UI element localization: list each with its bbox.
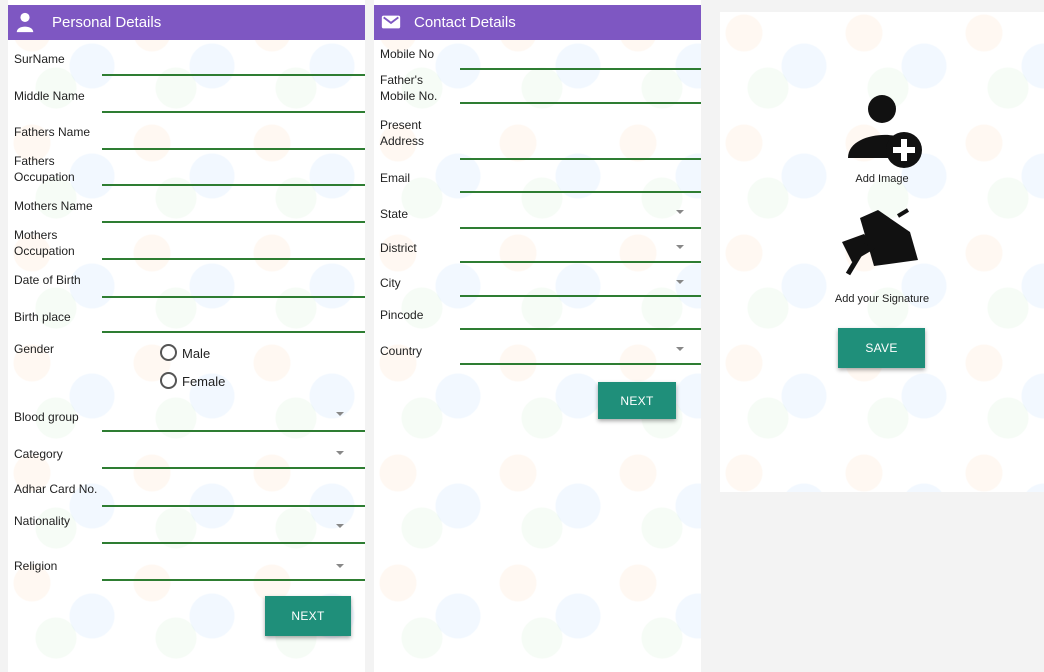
middle-name-label: Middle Name bbox=[14, 89, 85, 103]
mothers-name-input[interactable] bbox=[102, 221, 365, 223]
nationality-select[interactable] bbox=[102, 542, 365, 544]
present-address-label: Present Address bbox=[380, 118, 425, 148]
state-select[interactable] bbox=[460, 227, 701, 229]
district-label: District bbox=[380, 241, 417, 255]
chevron-down-icon[interactable] bbox=[336, 412, 344, 416]
category-select[interactable] bbox=[102, 467, 365, 469]
fathers-occupation-input[interactable] bbox=[102, 184, 365, 186]
contact-details-header: Contact Details bbox=[374, 5, 701, 40]
personal-details-header: Personal Details bbox=[8, 5, 365, 40]
radio-male-label: Male bbox=[182, 346, 211, 361]
gender-label: Gender bbox=[14, 342, 55, 356]
radio-female-label: Female bbox=[182, 374, 226, 389]
pincode-label: Pincode bbox=[380, 308, 424, 322]
adhar-card-label: Adhar Card No. bbox=[14, 482, 98, 496]
mothers-occupation-input[interactable] bbox=[102, 258, 365, 260]
city-select[interactable] bbox=[460, 295, 701, 297]
religion-label: Religion bbox=[14, 559, 58, 573]
surname-input[interactable] bbox=[102, 74, 365, 76]
add-image-label: Add Image bbox=[855, 173, 909, 185]
email-input[interactable] bbox=[460, 191, 701, 193]
contact-next-button[interactable]: NEXT bbox=[598, 382, 676, 419]
email-label: Email bbox=[380, 171, 411, 185]
district-select[interactable] bbox=[460, 261, 701, 263]
pincode-input[interactable] bbox=[460, 328, 701, 330]
media-panel: Add Image Add your Signature SAVE bbox=[720, 0, 1044, 492]
chevron-down-icon[interactable] bbox=[676, 280, 684, 284]
contact-details-title: Contact Details bbox=[414, 14, 516, 31]
signature-pen-icon[interactable] bbox=[840, 208, 924, 276]
state-label: State bbox=[380, 207, 409, 221]
contact-details-panel: Contact Details Mobile No Father's Mobil… bbox=[374, 0, 701, 672]
fathers-name-input[interactable] bbox=[102, 148, 365, 150]
mothers-name-label: Mothers Name bbox=[14, 199, 93, 213]
radio-female[interactable] bbox=[160, 372, 177, 389]
add-person-icon[interactable] bbox=[846, 92, 926, 168]
city-label: City bbox=[380, 276, 401, 290]
radio-male[interactable] bbox=[160, 344, 177, 361]
mobile-no-input[interactable] bbox=[460, 68, 701, 70]
country-label: Country bbox=[380, 344, 423, 358]
date-of-birth-input[interactable] bbox=[102, 296, 365, 298]
personal-next-button[interactable]: NEXT bbox=[265, 596, 351, 636]
category-label: Category bbox=[14, 447, 63, 461]
birth-place-label: Birth place bbox=[14, 310, 71, 324]
adhar-card-input[interactable] bbox=[102, 505, 365, 507]
mothers-occupation-label: Mothers Occupation bbox=[14, 228, 75, 258]
fathers-occupation-label: Fathers Occupation bbox=[14, 154, 75, 184]
chevron-down-icon[interactable] bbox=[676, 245, 684, 249]
birth-place-input[interactable] bbox=[102, 331, 365, 333]
add-signature-label: Add your Signature bbox=[834, 293, 930, 305]
middle-name-input[interactable] bbox=[102, 111, 365, 113]
nationality-label: Nationality bbox=[14, 514, 71, 528]
country-select[interactable] bbox=[460, 363, 701, 365]
fathers-mobile-label: Father's Mobile No. bbox=[380, 73, 438, 103]
blood-group-label: Blood group bbox=[14, 410, 79, 424]
present-address-input[interactable] bbox=[460, 158, 701, 160]
fathers-mobile-input[interactable] bbox=[460, 102, 701, 104]
personal-details-panel: Personal Details SurName Middle Name Fat… bbox=[8, 0, 365, 672]
top-strip bbox=[720, 0, 1044, 12]
chevron-down-icon[interactable] bbox=[676, 210, 684, 214]
chevron-down-icon[interactable] bbox=[336, 524, 344, 528]
fathers-name-label: Fathers Name bbox=[14, 125, 91, 139]
date-of-birth-label: Date of Birth bbox=[14, 273, 81, 287]
empty-area bbox=[720, 492, 1044, 672]
contact-card-icon bbox=[381, 15, 401, 29]
chevron-down-icon[interactable] bbox=[336, 564, 344, 568]
surname-label: SurName bbox=[14, 52, 65, 66]
chevron-down-icon[interactable] bbox=[676, 347, 684, 351]
personal-details-title: Personal Details bbox=[52, 14, 162, 31]
mobile-no-label: Mobile No bbox=[380, 47, 435, 61]
chevron-down-icon[interactable] bbox=[336, 451, 344, 455]
blood-group-select[interactable] bbox=[102, 430, 365, 432]
save-button[interactable]: SAVE bbox=[838, 328, 925, 368]
religion-select[interactable] bbox=[102, 579, 365, 581]
person-icon bbox=[16, 12, 34, 33]
